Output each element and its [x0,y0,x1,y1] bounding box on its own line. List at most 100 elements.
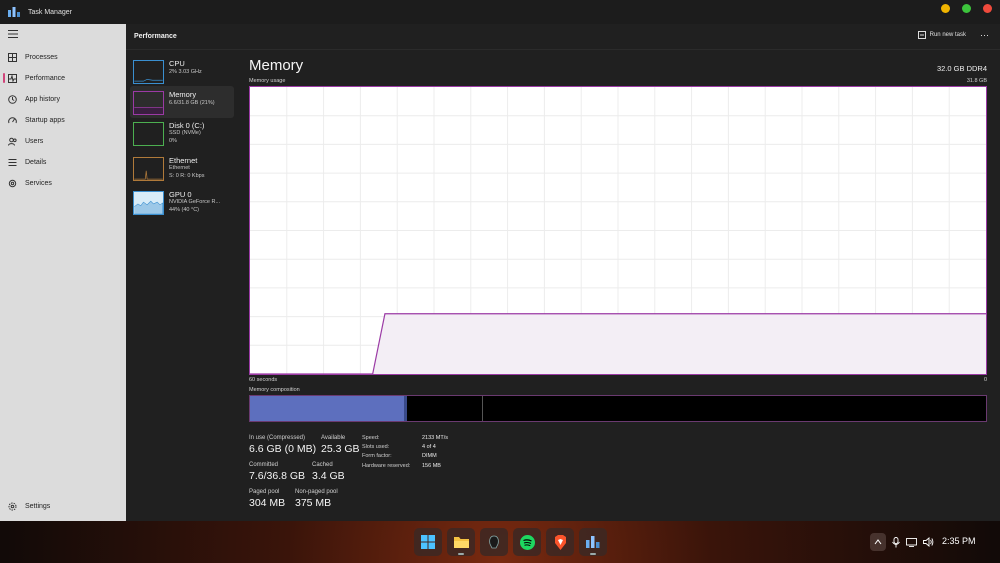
run-new-task-label: Run new task [929,32,966,38]
task-manager-icon[interactable] [579,528,607,556]
device-name: GPU 0 [169,190,192,199]
performance-header: Performance Run new task ⋯ [126,24,1000,50]
stat-value: 375 MB [295,497,332,509]
history-icon [8,94,17,104]
property-value: 2133 MT/s [422,435,448,441]
stat-label: Available [321,435,346,441]
nav-performance[interactable]: Performance [0,69,126,87]
composition-in-use [250,396,404,421]
task-manager-app-icon [8,7,20,17]
device-sub: 2% 3.03 GHz [169,69,202,75]
run-new-task-button[interactable]: Run new task [917,31,966,39]
nav-startup-apps[interactable]: Startup apps [0,111,126,129]
memory-thumbnail [133,91,164,115]
property-row: Hardware reserved: 156 MB [362,463,448,472]
composition-free [483,396,986,421]
nav-settings[interactable]: Settings [0,497,126,515]
property-value: 156 MB [422,462,441,469]
stat-label: Committed [249,462,279,468]
list-icon [8,158,17,167]
speedometer-icon [8,116,17,125]
window-title: Task Manager [28,8,72,16]
pulse-icon [8,73,17,83]
device-list: CPU 2% 3.03 GHz Memory 6.6/31.8 GB (21%)… [126,50,240,521]
stat-value: 25.3 GB [321,443,360,455]
taskbar-clock[interactable]: 2:35 PM [942,536,976,546]
page-title: Performance [134,33,177,40]
alienware-icon[interactable] [480,528,508,556]
gear-icon [8,502,17,511]
stat-label: Non-paged pool [295,489,338,495]
composition-standby [407,396,483,421]
device-sub: S: 0 R: 0 Kbps [169,173,205,179]
close-button[interactable] [983,4,992,13]
device-cpu[interactable]: CPU 2% 3.03 GHz [130,55,234,87]
nav-services[interactable]: Services [0,174,126,192]
device-sub: 6.6/31.8 GB (21%) [169,100,215,106]
device-sub: 44% (40 °C) [169,207,200,213]
nav-label: Processes [25,53,58,61]
nav-label: Performance [25,74,66,82]
property-row: Form factor: DIMM [362,453,448,462]
more-options-icon[interactable]: ⋯ [980,30,990,41]
stat-value: 304 MB [249,497,286,509]
spotify-icon[interactable] [513,528,541,556]
stat-committed: Committed 7.6/36.8 GB [249,462,305,482]
nav-users[interactable]: Users [0,132,126,150]
nav-label: App history [25,95,61,103]
stat-value: 7.6/36.8 GB [249,470,306,482]
device-sub: NVIDIA GeForce R... [169,199,221,205]
device-gpu[interactable]: GPU 0 NVIDIA GeForce R... 44% (40 °C) [130,186,234,218]
nav-label: Startup apps [25,116,65,124]
file-explorer-icon[interactable] [447,528,475,556]
show-hidden-icons-button[interactable] [870,533,886,551]
puzzle-icon [8,179,17,188]
property-value: DIMM [422,453,437,460]
memory-usage-label: Memory usage [249,78,286,84]
ethernet-thumbnail [133,157,164,181]
stat-cached: Cached 3.4 GB [312,462,345,482]
run-task-icon [917,31,926,39]
memory-total: 32.0 GB DDR4 [936,64,987,73]
maximize-button[interactable] [962,4,971,13]
stat-available: Available 25.3 GB [321,435,360,455]
property-key: Slots used: [362,444,390,451]
windows-start-icon[interactable] [414,528,442,556]
hamburger-menu-icon[interactable] [8,30,18,38]
nav-details[interactable]: Details [0,153,126,171]
title-bar[interactable]: Task Manager [0,0,1000,24]
device-sub: Ethernet [169,165,190,171]
network-icon[interactable] [906,537,917,547]
stat-value: 6.6 GB (0 MB) [249,443,317,455]
system-tray [870,531,934,553]
stat-label: Cached [312,462,333,468]
device-name: Ethernet [169,156,198,165]
stat-value: 3.4 GB [312,470,345,482]
graph-time-left: 60 seconds [249,377,278,383]
nav-label: Details [25,158,47,166]
device-memory[interactable]: Memory 6.6/31.8 GB (21%) [130,86,234,118]
property-row: Slots used: 4 of 4 [362,444,448,453]
stat-in-use: In use (Compressed) 6.6 GB (0 MB) [249,435,316,455]
device-disk[interactable]: Disk 0 (C:) SSD (NVMe) 0% [130,117,234,149]
nav-app-history[interactable]: App history [0,90,126,108]
minimize-button[interactable] [941,4,950,13]
volume-icon[interactable] [923,537,934,547]
stat-label: Paged pool [249,489,280,495]
memory-usage-max: 31.8 GB [966,78,987,84]
memory-composition-label: Memory composition [249,387,300,393]
brave-icon[interactable] [546,528,574,556]
nav-label: Users [25,137,44,145]
navigation-pane: Processes Performance App history Startu… [0,24,126,521]
device-name: Memory [169,90,197,99]
property-key: Form factor: [362,453,392,460]
property-key: Hardware reserved: [362,462,411,469]
device-ethernet[interactable]: Ethernet Ethernet S: 0 R: 0 Kbps [130,152,234,184]
memory-title: Memory [249,57,304,74]
device-sub: 0% [169,138,177,144]
nav-processes[interactable]: Processes [0,48,126,66]
microphone-icon[interactable] [892,536,900,548]
stat-label: In use (Compressed) [249,435,306,441]
graph-time-right: 0 [983,377,987,383]
gpu-thumbnail [133,191,164,215]
